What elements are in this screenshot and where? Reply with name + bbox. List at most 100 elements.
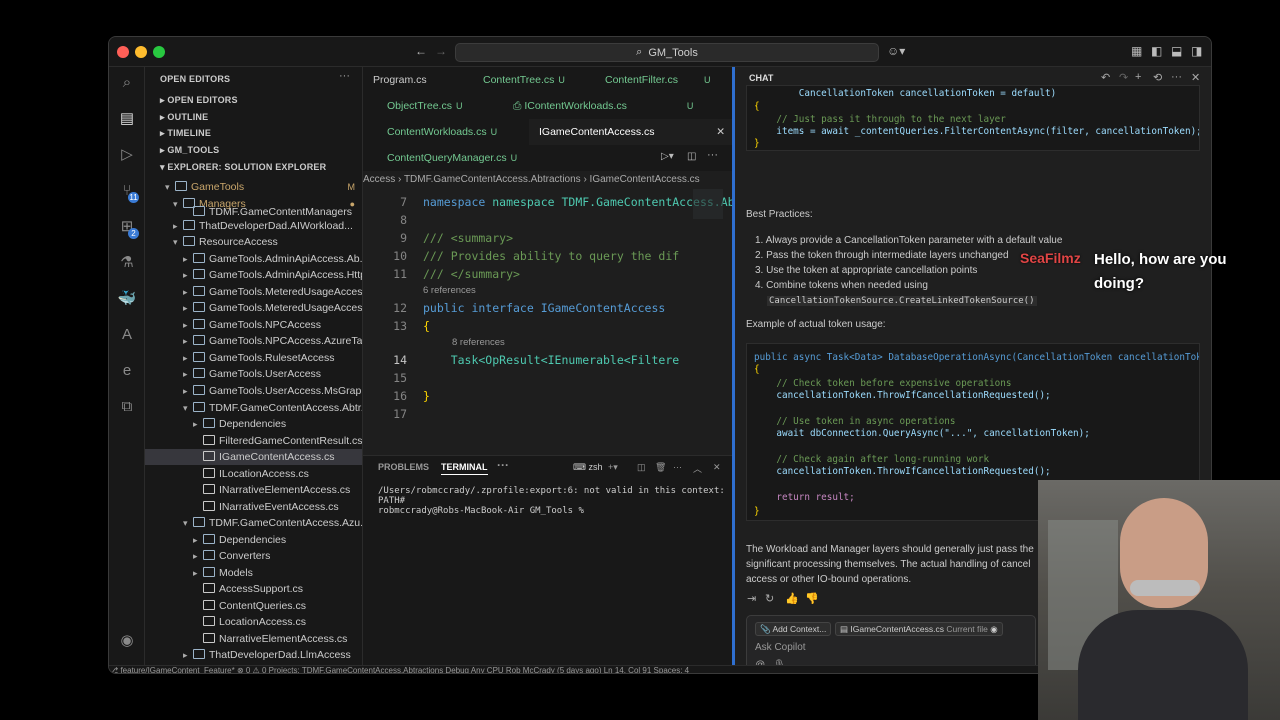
split-editor-icon[interactable]: ◫ [687,151,696,162]
tree-item[interactable]: ▸ GameTools.AdminApiAccess.Ab... [145,251,362,267]
tree-item[interactable]: ▸ GameTools.UserAccess [145,366,362,382]
run-icon[interactable]: ▷▾ [661,151,674,162]
tab-program[interactable]: Program.cs [363,67,463,93]
chevron-down-icon[interactable]: ▾ [183,400,193,416]
tree-item[interactable]: ▸ GameTools.UserAccess.MsGrap... [145,383,362,399]
tree-item[interactable]: ▸ GameTools.NPCAccess.AzureTa... [145,333,362,349]
section-timeline[interactable]: ▸ TIMELINE [160,128,211,139]
tree-item[interactable]: ▸ Models [145,565,362,581]
tree-item[interactable]: ContentQueries.cs [145,598,362,614]
section-open-editors[interactable]: ▸ OPEN EDITORS [160,95,238,106]
tree-item[interactable]: ILocationAccess.cs [145,466,362,482]
chevron-right-icon[interactable]: ▸ [183,317,193,333]
back-arrow-icon[interactable]: ← [415,44,427,58]
tree-item[interactable]: AccessSupport.cs [145,581,362,597]
codelens-references[interactable]: 6 references [423,285,476,296]
chevron-right-icon[interactable]: ▸ [183,251,193,267]
chevron-right-icon[interactable]: ▸ [193,532,203,548]
panel-more-icon[interactable]: ··· [497,458,509,472]
context-file-chip[interactable]: ▤ IGameContentAccess.cs Current file ◉ [835,622,1003,636]
testing-flask-icon[interactable]: ⚗ [117,253,137,273]
chevron-right-icon[interactable]: ▸ [183,267,193,283]
tree-item[interactable]: INarrativeEventAccess.cs [145,499,362,515]
tree-item[interactable]: INarrativeElementAccess.cs [145,482,362,498]
section-gm-tools[interactable]: ▸ GM_TOOLS [160,145,219,156]
thumbs-down-icon[interactable]: 👎 [805,592,819,605]
tree-item[interactable]: ▸ Dependencies [145,416,362,432]
forward-arrow-icon[interactable]: → [435,44,447,58]
eye-icon[interactable]: ◉ [990,624,997,634]
tree-item[interactable]: ▸ ThatDeveloperDad.LlmAccess [145,647,362,663]
remote-explorer-icon[interactable]: ⧉ [117,397,137,417]
close-window-button[interactable] [117,46,129,58]
toggle-panel-icon[interactable]: ⬓ [1171,44,1182,58]
chevron-right-icon[interactable]: ▸ [193,565,203,581]
command-center-search[interactable]: ⌕ GM_Tools [455,43,879,62]
new-chat-icon[interactable]: + [1135,71,1141,83]
chevron-right-icon[interactable]: ▸ [183,284,193,300]
maximize-window-button[interactable] [153,46,165,58]
tree-item[interactable]: ▸ Dependencies [145,532,362,548]
chevron-down-icon[interactable]: ▾ [183,515,193,531]
copilot-icon[interactable]: ☺▾ [887,44,905,58]
tab-problems[interactable]: PROBLEMS [378,462,429,472]
explorer-files-icon[interactable]: ▤ [117,109,137,129]
run-debug-icon[interactable]: ▷ [117,145,137,165]
tree-item[interactable]: LocationAccess.cs [145,614,362,630]
add-context-button[interactable]: 📎 Add Context... [755,622,832,636]
kill-terminal-icon[interactable]: 🗑 [655,462,666,473]
new-terminal-icon[interactable]: +▾ [608,462,618,473]
azure-icon[interactable]: A [117,325,137,345]
chevron-right-icon[interactable]: ▸ [183,647,193,663]
chat-input-placeholder[interactable]: Ask Copilot [755,642,806,653]
tree-item[interactable]: ▸ GameTools.AdminApiAccess.Http [145,267,362,283]
docker-icon[interactable]: 🐳 [117,289,137,309]
codelens-references[interactable]: 8 references [452,337,505,348]
source-control-icon[interactable]: ⑂ 11 [117,181,139,203]
close-panel-icon[interactable]: ✕ [713,462,721,473]
history-icon[interactable]: ⟲ [1153,71,1162,84]
tree-item[interactable]: NarrativeElementAccess.cs [145,631,362,647]
section-outline[interactable]: ▸ OUTLINE [160,112,208,123]
chevron-right-icon[interactable]: ▸ [183,366,193,382]
tab-igamecontentaccess[interactable]: IGameContentAccess.cs ✕ [529,119,733,145]
tree-item[interactable]: ▸ ThatDeveloperDad.AIWorkload... [145,218,362,234]
terminal-more-icon[interactable]: ··· [673,462,682,472]
tree-item[interactable]: ▾ GameTools M [145,179,362,195]
customize-layout-icon[interactable]: ▦ [1131,44,1142,58]
chevron-right-icon[interactable]: ▸ [173,218,183,234]
insert-icon[interactable]: ⇥ [747,592,756,605]
tree-item[interactable]: ▸ GameTools.MeteredUsageAccess [145,284,362,300]
chevron-right-icon[interactable]: ▸ [193,548,203,564]
chevron-right-icon[interactable]: ▸ [193,416,203,432]
extensions-icon[interactable]: ⊞ 2 [117,217,139,239]
undo-icon[interactable]: ↶ [1101,71,1110,84]
tab-icontentworkloads[interactable]: ⎙ IContentWorkloads.cs U [503,93,728,119]
redo-icon[interactable]: ↷ [1119,71,1128,84]
chat-more-icon[interactable]: ··· [1171,71,1182,83]
close-chat-icon[interactable]: ✕ [1191,71,1200,84]
terminal-shell[interactable]: ⌨ zsh [573,462,603,473]
tab-contentworkloads[interactable]: ContentWorkloads.cs U [377,119,527,145]
search-icon[interactable]: ⌕ [117,73,137,93]
tree-item[interactable]: ▾ ResourceAccess [145,234,362,250]
more-actions-icon[interactable]: ··· [339,70,350,82]
split-terminal-icon[interactable]: ◫ [637,462,646,473]
editor-more-icon[interactable]: ··· [707,149,718,161]
tab-contenttree[interactable]: ContentTree.cs U [473,67,583,93]
terminal-prompt[interactable]: robmccrady@Robs-MacBook-Air GM_Tools % [378,506,584,516]
chevron-right-icon[interactable]: ▸ [183,300,193,316]
section-solution-explorer[interactable]: ▾ EXPLORER: SOLUTION EXPLORER [160,162,326,173]
chevron-right-icon[interactable]: ▸ [183,333,193,349]
chevron-right-icon[interactable]: ▸ [183,350,193,366]
tree-item[interactable]: IGameContentAccess.cs [145,449,362,465]
code-editor[interactable]: 7 namespace namespace TDMF.GameContentAc… [363,189,733,453]
tree-item[interactable]: ▸ GameTools.MeteredUsageAcces... [145,300,362,316]
tree-item[interactable]: ▾ TDMF.GameContentAccess.Abtr... [145,400,362,416]
tree-item[interactable]: ▸ GameTools.NPCAccess [145,317,362,333]
maximize-panel-icon[interactable]: ︿ [693,462,702,475]
tree-item[interactable]: ▸ GameTools.RulesetAccess [145,350,362,366]
tab-objecttree[interactable]: ObjectTree.cs U [377,93,487,119]
toggle-primary-sidebar-icon[interactable]: ◧ [1151,44,1162,58]
tab-contentquerymanager[interactable]: ContentQueryManager.cs U [377,145,537,171]
